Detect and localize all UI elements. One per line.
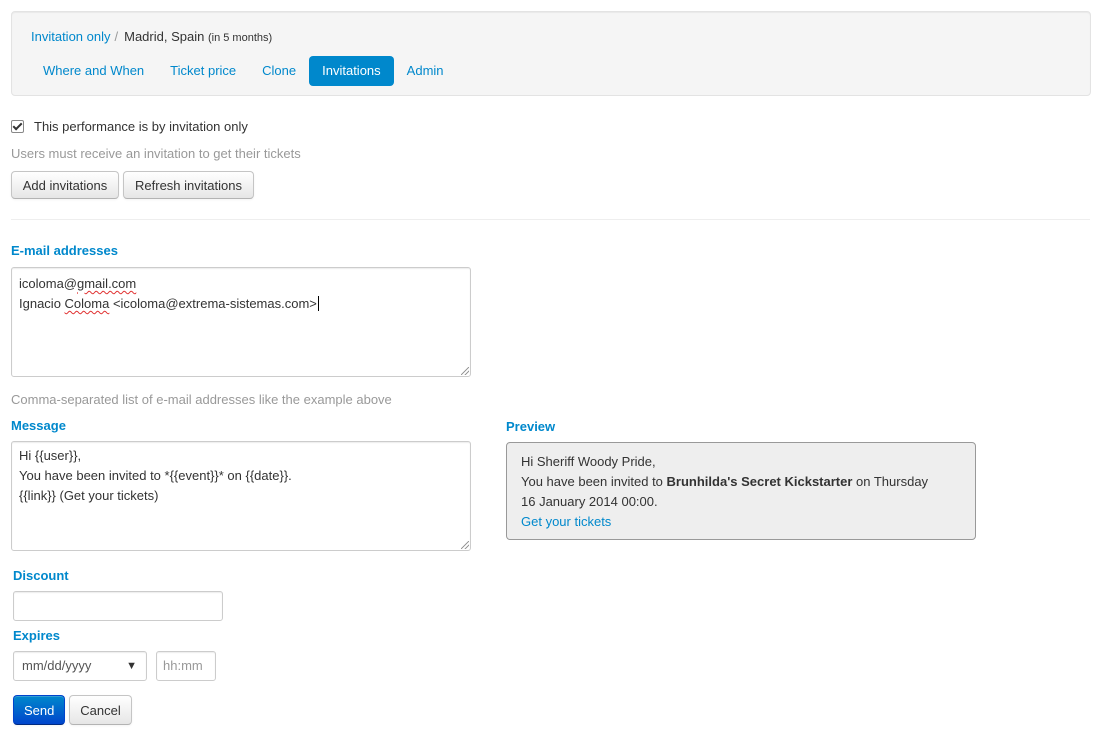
tab-where-and-when[interactable]: Where and When <box>30 56 157 86</box>
discount-input[interactable] <box>13 591 223 621</box>
preview-get-tickets-link[interactable]: Get your tickets <box>521 514 611 529</box>
discount-label: Discount <box>13 568 69 583</box>
text-caret <box>317 296 319 311</box>
email-line-2-text: Ignacio <box>19 296 65 311</box>
cancel-button[interactable]: Cancel <box>69 695 132 725</box>
send-button[interactable]: Send <box>13 695 65 725</box>
tab-admin[interactable]: Admin <box>394 56 457 86</box>
message-line: {{link}} (Get your tickets) <box>19 488 159 503</box>
preview-invite-day: on Thursday <box>852 474 929 489</box>
add-invitations-button[interactable]: Add invitations <box>11 171 119 199</box>
email-line-1: icoloma@gmail.com <box>19 274 463 294</box>
email-addresses-label: E-mail addresses <box>11 243 118 258</box>
breadcrumb-relative-date: (in 5 months) <box>207 32 273 44</box>
invitation-only-row: This performance is by invitation only <box>11 119 248 134</box>
email-addresses-help: Comma-separated list of e-mail addresses… <box>11 392 392 407</box>
message-textarea[interactable]: Hi {{user}}, You have been invited to *{… <box>11 441 471 551</box>
message-preview: Hi Sheriff Woody Pride, You have been in… <box>506 442 976 540</box>
resize-handle[interactable] <box>461 541 469 549</box>
tab-invitations[interactable]: Invitations <box>309 56 394 86</box>
preview-date: 16 January 2014 00:00. <box>521 494 658 509</box>
section-divider <box>11 219 1090 220</box>
date-dropdown-icon[interactable]: ▼ <box>126 652 137 680</box>
breadcrumb: Invitation only / Madrid, Spain (in 5 mont… <box>31 28 272 47</box>
resize-handle[interactable] <box>461 367 469 375</box>
event-header: Invitation only / Madrid, Spain (in 5 mont… <box>11 11 1091 96</box>
expires-label: Expires <box>13 628 60 643</box>
message-label: Message <box>11 418 66 433</box>
invitation-only-label: This performance is by invitation only <box>34 119 248 134</box>
expires-date-input[interactable]: mm/dd/yyyy ▼ <box>13 651 147 681</box>
email-line-2-address: <icoloma@extrema-sistemas.com> <box>109 296 317 311</box>
invitation-only-checkbox[interactable] <box>11 120 24 133</box>
email-line-1-text: icoloma@ <box>19 276 77 291</box>
preview-invite-line: You have been invited to Brunhilda's Sec… <box>521 472 961 492</box>
preview-event-name: Brunhilda's Secret Kickstarter <box>666 474 853 489</box>
refresh-invitations-button[interactable]: Refresh invitations <box>123 171 254 199</box>
email-line-2: Ignacio Coloma <icoloma@extrema-sistemas… <box>19 294 463 314</box>
message-line: You have been invited to *{{event}}* on … <box>19 468 292 483</box>
event-tabs: Where and When Ticket price Clone Invita… <box>30 56 457 86</box>
expires-time-placeholder: hh:mm <box>163 658 203 673</box>
email-addresses-textarea[interactable]: icoloma@gmail.com Ignacio Coloma <icolom… <box>11 267 471 377</box>
breadcrumb-link-invitation-only[interactable]: Invitation only <box>31 29 111 44</box>
email-line-1-misspelled: gmail.com <box>77 276 137 291</box>
preview-invite-text: You have been invited to <box>521 474 667 489</box>
expires-date-placeholder: mm/dd/yyyy <box>22 658 92 673</box>
breadcrumb-separator: / <box>114 29 119 44</box>
email-line-2-misspelled: Coloma <box>64 296 110 311</box>
tab-clone[interactable]: Clone <box>249 56 309 86</box>
invitation-only-help: Users must receive an invitation to get … <box>11 146 301 161</box>
message-line: Hi {{user}}, <box>19 448 82 463</box>
preview-label: Preview <box>506 419 556 434</box>
preview-greeting: Hi Sheriff Woody Pride, <box>521 454 656 469</box>
tab-ticket-price[interactable]: Ticket price <box>157 56 249 86</box>
breadcrumb-current-location: Madrid, Spain <box>124 29 205 44</box>
expires-time-input[interactable]: hh:mm <box>156 651 216 681</box>
